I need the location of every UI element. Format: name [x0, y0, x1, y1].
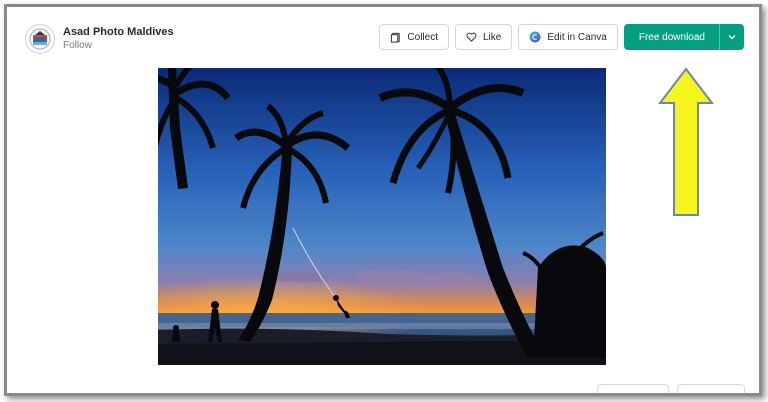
action-toolbar: Collect Like Edit in Canva Free download [373, 24, 744, 50]
footer-button-partial[interactable] [677, 384, 745, 393]
arrow-up-icon [658, 67, 714, 216]
follow-link[interactable]: Follow [63, 39, 174, 53]
collect-label: Collect [407, 31, 438, 43]
collect-button[interactable]: Collect [379, 24, 449, 50]
like-button[interactable]: Like [455, 24, 513, 50]
edit-in-canva-label: Edit in Canva [547, 31, 607, 43]
free-download-main[interactable]: Free download [624, 24, 719, 50]
author-name[interactable]: Asad Photo Maldives [63, 25, 174, 39]
free-download-button[interactable]: Free download [623, 24, 744, 50]
avatar[interactable] [25, 24, 55, 54]
page-frame: Asad Photo Maldives Follow Collect Like [4, 4, 762, 396]
bookmark-icon [391, 32, 401, 43]
like-label: Like [483, 31, 502, 43]
edit-in-canva-button[interactable]: Edit in Canva [518, 24, 618, 50]
author-block: Asad Photo Maldives Follow [25, 24, 174, 54]
free-download-label: Free download [638, 31, 705, 43]
download-options-button[interactable] [719, 24, 744, 50]
footer-button-partial[interactable] [597, 384, 669, 393]
chevron-down-icon [728, 35, 736, 40]
palm-trees-sunset-swing-photo[interactable] [158, 68, 606, 365]
canva-logo-icon [529, 31, 541, 43]
heart-icon [466, 32, 477, 42]
